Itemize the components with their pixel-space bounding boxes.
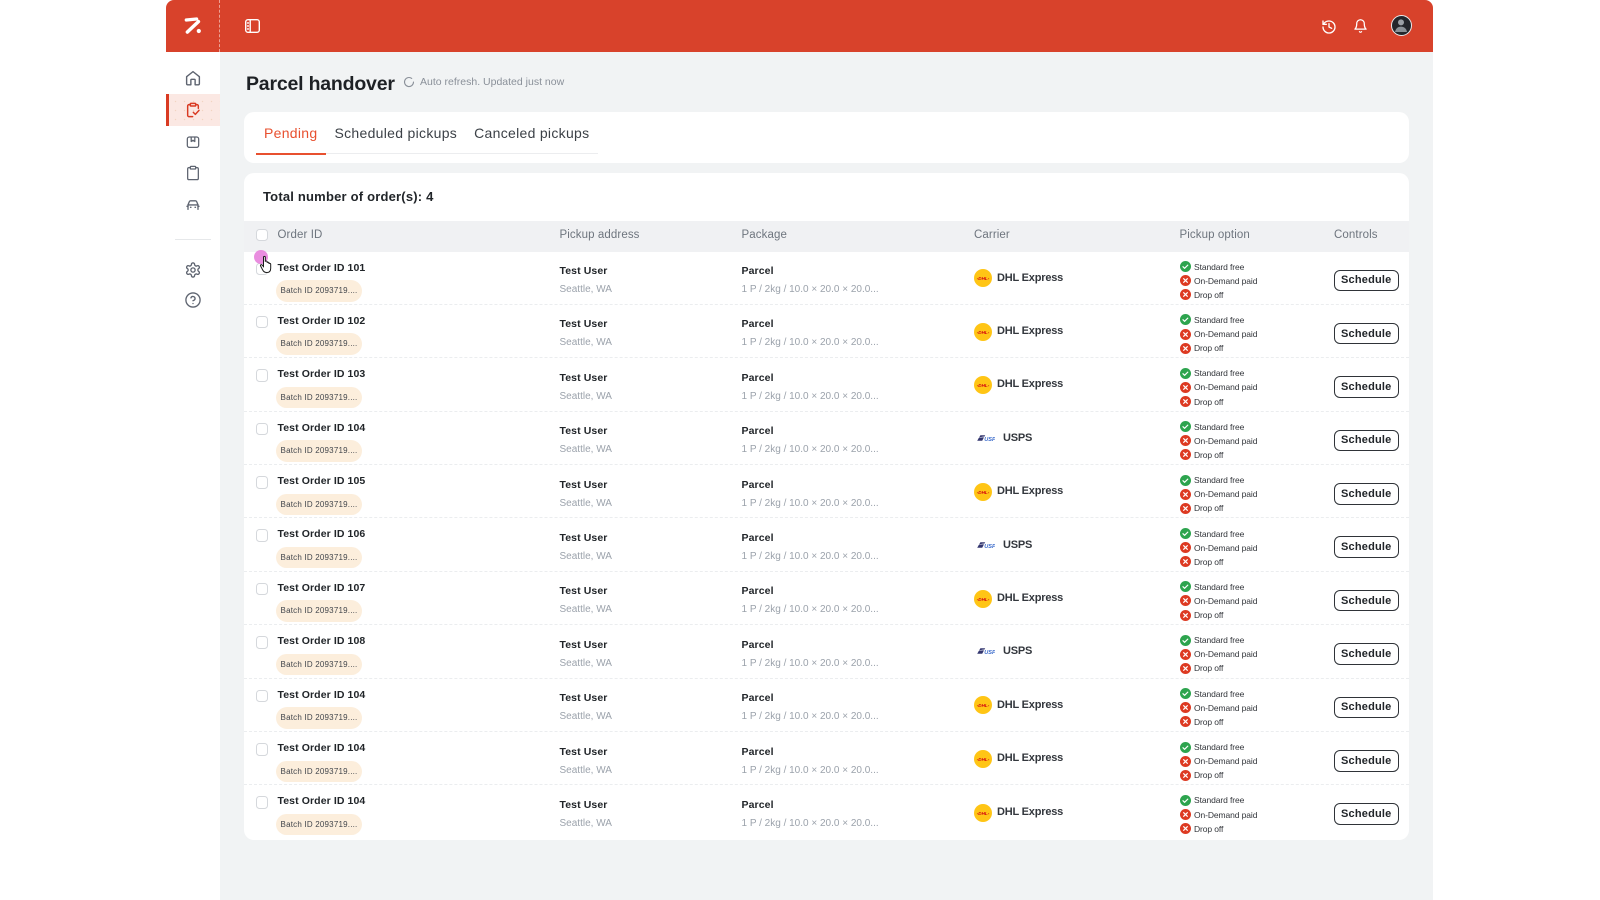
- svg-text:-DHL-: -DHL-: [977, 757, 990, 762]
- svg-text:-DHL-: -DHL-: [977, 703, 990, 708]
- svg-text:-DHL-: -DHL-: [977, 596, 990, 601]
- svg-text:-DHL-: -DHL-: [977, 329, 990, 334]
- svg-text:USPS: USPS: [984, 437, 995, 442]
- svg-text:-DHL-: -DHL-: [977, 810, 990, 815]
- svg-text:-DHL-: -DHL-: [977, 383, 990, 388]
- svg-text:-DHL-: -DHL-: [977, 276, 990, 281]
- svg-text:USPS: USPS: [984, 650, 995, 655]
- svg-text:USPS: USPS: [984, 544, 995, 549]
- svg-text:-DHL-: -DHL-: [977, 490, 990, 495]
